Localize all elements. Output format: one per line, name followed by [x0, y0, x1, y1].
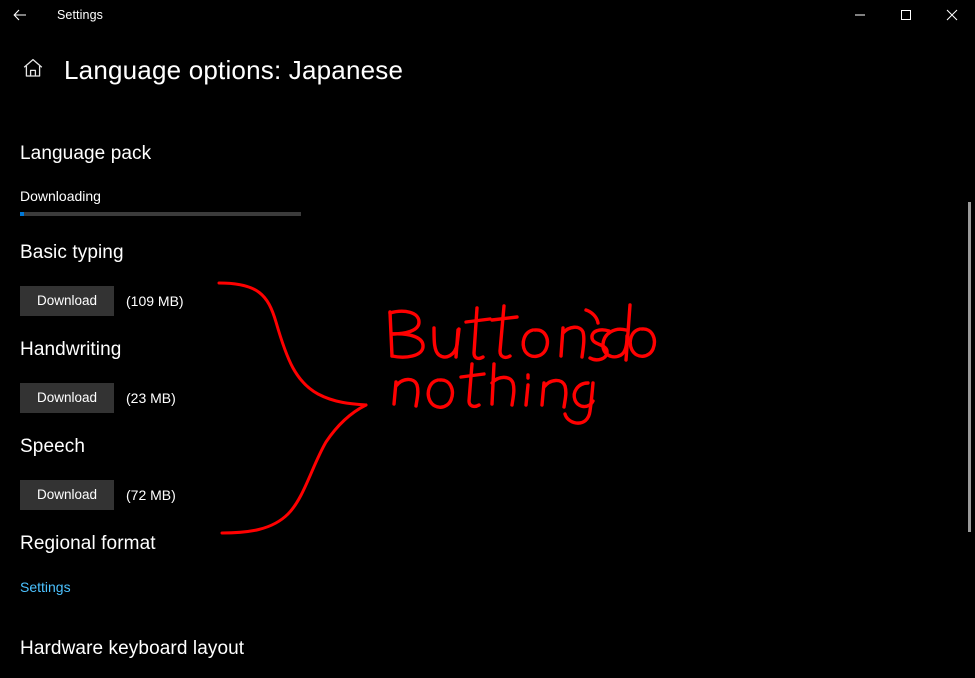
download-button-handwriting[interactable]: Download	[20, 383, 114, 413]
handwriting-size: (23 MB)	[126, 390, 176, 406]
download-button-speech[interactable]: Download	[20, 480, 114, 510]
download-button-basic-typing[interactable]: Download	[20, 286, 114, 316]
language-pack-status: Downloading	[20, 188, 101, 204]
speech-size: (72 MB)	[126, 487, 176, 503]
basic-typing-size: (109 MB)	[126, 293, 184, 309]
section-heading-speech: Speech	[20, 436, 86, 457]
section-heading-language-pack: Language pack	[20, 143, 152, 164]
section-heading-regional-format: Regional format	[20, 533, 156, 554]
handwriting-download-row: Download (23 MB)	[20, 383, 176, 413]
basic-typing-download-row: Download (109 MB)	[20, 286, 184, 316]
section-heading-hardware-keyboard-layout: Hardware keyboard layout	[20, 638, 245, 659]
vertical-scrollbar-thumb[interactable]	[968, 202, 971, 532]
language-pack-progress-bar	[20, 212, 301, 216]
section-heading-basic-typing: Basic typing	[20, 242, 124, 263]
vertical-scrollbar-track[interactable]	[963, 92, 975, 678]
language-pack-progress-fill	[20, 212, 24, 216]
settings-content: Language pack Downloading Basic typing D…	[0, 0, 975, 678]
section-heading-handwriting: Handwriting	[20, 339, 122, 360]
regional-format-settings-link[interactable]: Settings	[20, 579, 71, 595]
speech-download-row: Download (72 MB)	[20, 480, 176, 510]
